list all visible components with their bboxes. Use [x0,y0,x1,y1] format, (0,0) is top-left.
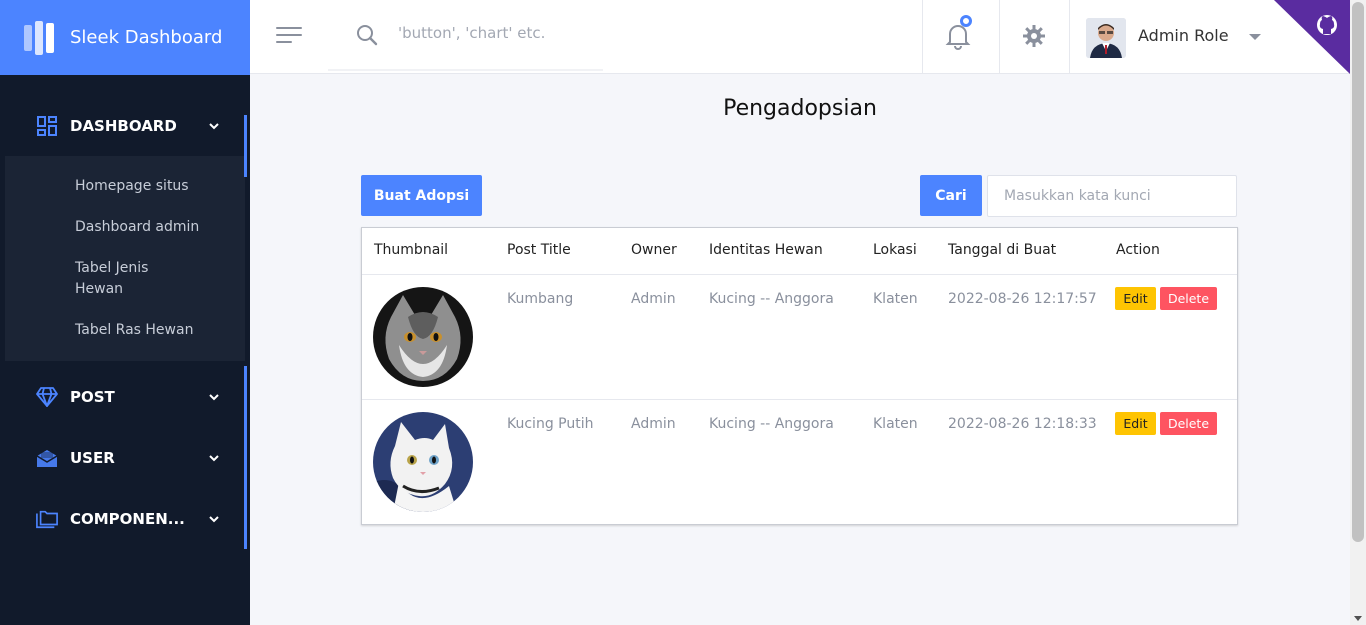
scrollbar[interactable] [1350,0,1366,625]
post-title: Kumbang [507,291,574,307]
pet-thumbnail[interactable] [373,287,473,387]
delete-button[interactable]: Delete [1160,412,1217,435]
column-header: Lokasi [873,242,917,258]
scrollbar-thumb[interactable] [1352,2,1364,542]
sidebar-item-user[interactable]: USER [0,427,250,488]
search-input[interactable] [398,24,648,42]
column-header: Action [1116,242,1160,258]
sidebar-item-post[interactable]: POST [0,366,250,427]
menu-toggle-icon[interactable] [276,27,302,45]
sidebar-subitem-tabel-jenis-hewan[interactable]: Tabel Jenis Hewan [5,248,180,310]
avatar[interactable] [1086,18,1126,58]
divider [1069,0,1070,74]
dashboard-submenu: Homepage situs Dashboard admin Tabel Jen… [5,156,245,361]
post-title: Kucing Putih [507,416,594,432]
sidebar-item-components[interactable]: COMPONEN... [0,488,250,549]
location: Klaten [873,291,918,307]
chevron-down-icon [209,515,219,522]
chevron-down-icon [209,393,219,400]
sidebar-item-dashboard[interactable]: DASHBOARD [0,95,250,156]
folder-multiple-icon [36,508,58,530]
user-name[interactable]: Admin Role [1138,26,1229,45]
sidebar-nav: DASHBOARD Homepage situs Dashboard admin… [0,75,250,625]
sidebar-item-label: COMPONEN... [70,509,185,528]
location: Klaten [873,416,918,432]
divider [999,0,1000,74]
edit-button[interactable]: Edit [1115,287,1156,310]
column-header: Post Title [507,242,571,258]
column-header: Identitas Hewan [709,242,823,258]
table-row: Kucing Putih Admin Kucing -- Anggora Kla… [362,400,1237,525]
sidebar-subitem-dashboard-admin[interactable]: Dashboard admin [5,207,225,248]
gear-icon[interactable] [1022,24,1046,48]
search-button[interactable]: Cari [920,175,982,216]
pet-identity: Kucing -- Anggora [709,291,834,307]
search-box [328,0,648,71]
sidebar-subitem-tabel-ras-hewan[interactable]: Tabel Ras Hewan [5,310,225,351]
owner: Admin [631,416,676,432]
keyword-input[interactable] [987,175,1237,217]
dashboard-icon [36,115,58,137]
adoption-table: Thumbnail Post Title Owner Identitas Hew… [361,227,1238,525]
divider [922,0,923,74]
pet-thumbnail[interactable] [373,412,473,512]
edit-button[interactable]: Edit [1115,412,1156,435]
column-header: Thumbnail [374,242,449,258]
scroll-down-arrow-icon[interactable] [1354,616,1362,621]
diamond-icon [36,386,58,408]
column-header: Owner [631,242,677,258]
sidebar-item-label: POST [70,387,115,406]
chevron-down-icon [209,454,219,461]
sidebar-item-label: USER [70,448,115,467]
brand-logo-icon [24,20,56,55]
created-date: 2022-08-26 12:17:57 [948,291,1097,307]
sidebar: Sleek Dashboard DASHBOARD Homepage situs… [0,0,250,625]
brand[interactable]: Sleek Dashboard [0,0,250,75]
email-open-icon [36,447,58,469]
table-header: Thumbnail Post Title Owner Identitas Hew… [362,228,1237,275]
pet-identity: Kucing -- Anggora [709,416,834,432]
created-date: 2022-08-26 12:18:33 [948,416,1097,432]
sidebar-subitem-homepage[interactable]: Homepage situs [5,166,225,207]
brand-name: Sleek Dashboard [70,27,223,48]
column-header: Tanggal di Buat [948,242,1057,258]
github-icon[interactable] [1274,0,1350,74]
search-icon[interactable] [356,24,378,46]
sidebar-item-label: DASHBOARD [70,116,177,135]
notification-dot [960,15,972,27]
top-header: Admin Role [250,0,1350,74]
add-adoption-button[interactable]: Buat Adopsi [361,175,482,216]
delete-button[interactable]: Delete [1160,287,1217,310]
chevron-down-icon [209,122,219,129]
caret-down-icon[interactable] [1249,34,1261,40]
page-title: Pengadopsian [723,96,877,121]
table-row: Kumbang Admin Kucing -- Anggora Klaten 2… [362,275,1237,400]
owner: Admin [631,291,676,307]
